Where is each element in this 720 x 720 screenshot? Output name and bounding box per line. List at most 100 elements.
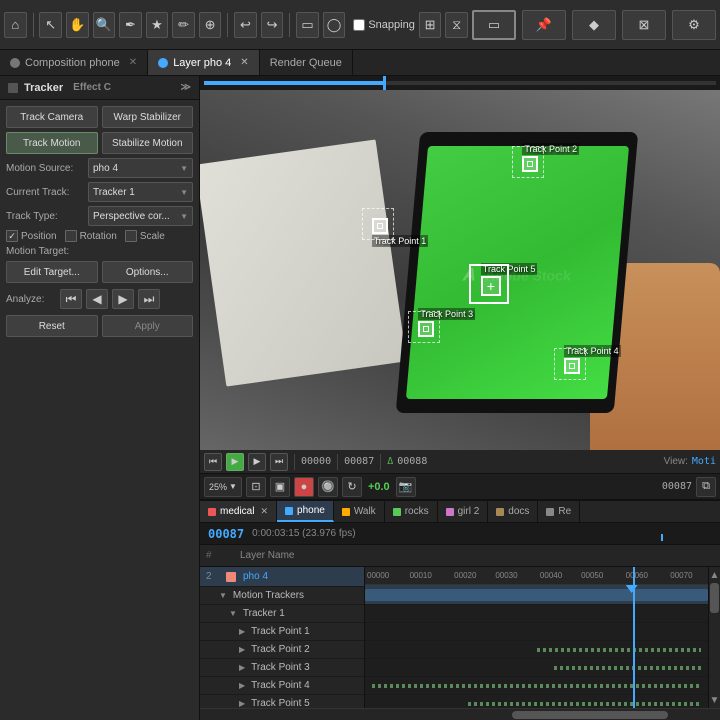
tp4-expand[interactable]: ▶: [239, 681, 245, 690]
tab-docs[interactable]: docs: [488, 501, 538, 522]
hand-tool[interactable]: ✋: [66, 12, 89, 38]
clone-tool[interactable]: ⊕: [199, 12, 222, 38]
settings-btn[interactable]: ⚙: [672, 10, 716, 40]
pin-btn[interactable]: 📌: [522, 10, 566, 40]
tab-re[interactable]: Re: [538, 501, 580, 522]
current-track-dropdown[interactable]: Tracker 1 ▼: [88, 182, 193, 202]
mini-playhead[interactable]: [383, 76, 386, 90]
track-type-dropdown[interactable]: Perspective cor... ▼: [88, 206, 193, 226]
tp1-row[interactable]: ▶ Track Point 1: [200, 623, 364, 641]
tp4-row[interactable]: ▶ Track Point 4: [200, 677, 364, 695]
tab-rocks[interactable]: rocks: [385, 501, 438, 522]
track-point-2-container[interactable]: Track Point 2: [522, 143, 579, 172]
current-time-value[interactable]: 00087: [208, 527, 244, 541]
reset-btn[interactable]: Reset: [6, 315, 98, 337]
position-checkbox[interactable]: [6, 230, 18, 242]
playhead-indicator: [661, 534, 663, 541]
apply-btn[interactable]: Apply: [102, 315, 194, 337]
snap-icon[interactable]: ⊞: [419, 12, 442, 38]
stabilize-motion-btn[interactable]: Stabilize Motion: [102, 132, 194, 154]
edit-target-btn[interactable]: Edit Target...: [6, 261, 98, 283]
fast-preview-icon[interactable]: 🔘: [318, 477, 338, 497]
rect-track-btn[interactable]: ▭: [472, 10, 516, 40]
h-scroll-thumb[interactable]: [512, 711, 668, 719]
girl2-label: girl 2: [458, 506, 480, 517]
tab-medical[interactable]: medical ✕: [200, 501, 277, 522]
track-motion-btn[interactable]: Track Motion: [6, 132, 98, 154]
camera-icon[interactable]: 📷: [396, 477, 416, 497]
home-icon[interactable]: ⌂: [4, 12, 27, 38]
mt-expand[interactable]: ▼: [219, 591, 227, 600]
tp2-expand[interactable]: ▶: [239, 645, 245, 654]
frame-back-btn[interactable]: ▶: [226, 453, 244, 471]
analyze-first-btn[interactable]: ⏮: [60, 289, 82, 309]
brush-tool[interactable]: ✏: [172, 12, 195, 38]
fit-icon[interactable]: ⊡: [246, 477, 266, 497]
play-btn[interactable]: ▶: [248, 453, 266, 471]
pho4-layer-row[interactable]: 2 pho 4: [200, 567, 364, 587]
zoom-tool[interactable]: 🔍: [93, 12, 116, 38]
frame-display-2[interactable]: 00087: [662, 481, 692, 492]
tp3-row[interactable]: ▶ Track Point 3: [200, 659, 364, 677]
redo-icon[interactable]: ↪: [261, 12, 284, 38]
comp-tab-close[interactable]: ✕: [129, 57, 137, 68]
track-point-5-container[interactable]: Track Point 5 +: [481, 263, 538, 296]
frame-delta-display[interactable]: 00088: [397, 456, 427, 467]
mini-scrubber[interactable]: [204, 81, 716, 85]
track-point-3-container[interactable]: Track Point 3: [418, 308, 475, 337]
track-point-1-container[interactable]: Track Point 1: [372, 218, 429, 247]
tracker-title: Tracker: [24, 82, 63, 94]
tab-phone[interactable]: phone: [277, 501, 334, 522]
frame-in-display[interactable]: 00087: [344, 456, 374, 467]
timecode-display[interactable]: 00000: [301, 456, 331, 467]
color-mgmt-icon[interactable]: ●: [294, 477, 314, 497]
tp2-row[interactable]: ▶ Track Point 2: [200, 641, 364, 659]
pho4-bar: [365, 589, 708, 601]
shape-tool[interactable]: ★: [146, 12, 169, 38]
options-btn[interactable]: Options...: [102, 261, 194, 283]
tab-composition[interactable]: Composition phone ✕: [0, 50, 148, 75]
scroll-down-btn[interactable]: ▼: [709, 692, 720, 708]
expand-icon[interactable]: ≫: [181, 82, 191, 93]
warp-stabilizer-btn[interactable]: Warp Stabilizer: [102, 106, 194, 128]
mask-icon[interactable]: ▭: [296, 12, 319, 38]
analyze-row: Analyze: ⏮ ◀ ▶ ⏭: [6, 289, 193, 309]
analyze-fwd-btn[interactable]: ▶: [112, 289, 134, 309]
t1-expand[interactable]: ▼: [229, 609, 237, 618]
scale-checkbox[interactable]: [125, 230, 137, 242]
view-options-icon[interactable]: ⧉: [696, 477, 716, 497]
motion-trackers-group[interactable]: ▼ Motion Trackers: [200, 587, 364, 605]
tab-walk[interactable]: Walk: [334, 501, 385, 522]
tp3-expand[interactable]: ▶: [239, 663, 245, 672]
tab-girl2[interactable]: girl 2: [438, 501, 489, 522]
tp1-expand[interactable]: ▶: [239, 627, 245, 636]
ellipse-icon[interactable]: ◯: [323, 12, 346, 38]
tab-render[interactable]: Render Queue: [260, 50, 353, 75]
select-tool[interactable]: ↖: [39, 12, 62, 38]
refresh-icon[interactable]: ↻: [342, 477, 362, 497]
tab-layer[interactable]: Layer pho 4 ✕: [148, 50, 260, 75]
tp5-expand[interactable]: ▶: [239, 699, 245, 708]
snapping-checkbox[interactable]: [353, 19, 365, 31]
medical-close[interactable]: ✕: [260, 506, 268, 517]
undo-icon[interactable]: ↩: [234, 12, 257, 38]
analyze-last-btn[interactable]: ⏭: [138, 289, 160, 309]
bezier-icon[interactable]: ⧖: [445, 12, 468, 38]
toggle-alpha-icon[interactable]: ▣: [270, 477, 290, 497]
layer-tab-close[interactable]: ✕: [240, 57, 248, 68]
tracker1-row[interactable]: ▼ Tracker 1: [200, 605, 364, 623]
rotation-checkbox[interactable]: [65, 230, 77, 242]
zoom-dropdown[interactable]: 25% ▼: [204, 477, 242, 497]
analyze-back-btn[interactable]: ◀: [86, 289, 108, 309]
play-back-btn[interactable]: ⏮: [204, 453, 222, 471]
scroll-thumb[interactable]: [710, 583, 719, 613]
scroll-up-btn[interactable]: ▲: [709, 567, 720, 583]
diamond-btn[interactable]: ◆: [572, 10, 616, 40]
tp5-row[interactable]: ▶ Track Point 5: [200, 695, 364, 708]
track-point-4-container[interactable]: Track Point 4: [564, 345, 621, 374]
corner-pin-btn[interactable]: ⊠: [622, 10, 666, 40]
track-camera-btn[interactable]: Track Camera: [6, 106, 98, 128]
motion-source-dropdown[interactable]: pho 4 ▼: [88, 158, 193, 178]
pen-tool[interactable]: ✒: [119, 12, 142, 38]
frame-fwd-btn[interactable]: ⏭: [270, 453, 288, 471]
